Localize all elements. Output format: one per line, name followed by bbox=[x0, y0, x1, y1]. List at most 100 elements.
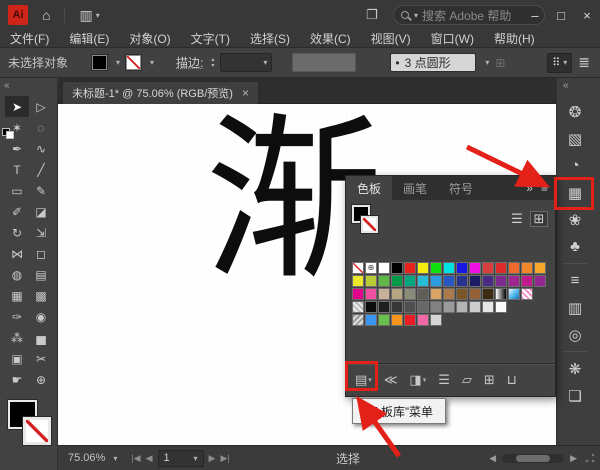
stroke-color-swatch[interactable] bbox=[23, 417, 51, 445]
stroke-panel-icon[interactable]: ≡ bbox=[560, 267, 590, 294]
swatch[interactable] bbox=[469, 262, 481, 274]
first-artboard-icon[interactable]: |◀ bbox=[131, 453, 140, 464]
slice-tool[interactable]: ✂ bbox=[29, 348, 53, 369]
default-fill-stroke-icon[interactable] bbox=[2, 128, 13, 138]
swatch[interactable] bbox=[443, 288, 455, 300]
swatches-panel-icon[interactable]: ▦ bbox=[560, 179, 590, 206]
curvature-tool[interactable]: ∿ bbox=[29, 138, 53, 159]
swatch[interactable] bbox=[495, 262, 507, 274]
swatch-options-icon[interactable]: ☰ bbox=[438, 372, 450, 388]
stroke-weight-stepper[interactable]: ▴▾ bbox=[211, 57, 214, 69]
swatch[interactable] bbox=[378, 275, 390, 287]
swatch[interactable] bbox=[482, 288, 494, 300]
last-artboard-icon[interactable]: ▶| bbox=[220, 453, 229, 464]
swatch[interactable] bbox=[391, 275, 403, 287]
new-color-group-icon[interactable]: ▱ bbox=[462, 372, 472, 388]
brush-definition-dropdown[interactable]: • 3 点圆形 bbox=[390, 53, 476, 72]
stroke-weight-label[interactable]: 描边: bbox=[176, 54, 203, 71]
swatch-none[interactable] bbox=[352, 262, 364, 274]
delete-swatch-icon[interactable]: ⊔ bbox=[507, 372, 517, 388]
swatch-libraries-menu-icon[interactable]: ▤▾ bbox=[355, 372, 372, 388]
brushes-panel-icon[interactable]: ❀ bbox=[560, 206, 590, 233]
scrollbar-thumb[interactable] bbox=[516, 455, 550, 462]
width-tool[interactable]: ⋈ bbox=[5, 243, 29, 264]
previous-artboard-icon[interactable]: ◀ bbox=[146, 453, 153, 464]
type-tool[interactable]: T bbox=[5, 159, 29, 180]
swatch[interactable] bbox=[391, 314, 403, 326]
gradient-fan-icon[interactable]: ◔ bbox=[560, 152, 590, 179]
show-swatch-kinds-icon[interactable]: ◨▾ bbox=[409, 372, 426, 388]
swatch[interactable] bbox=[521, 275, 533, 287]
tab-画笔[interactable]: 画笔 bbox=[392, 176, 438, 200]
arrange-documents-button[interactable]: ⠿ ▾ bbox=[547, 53, 572, 73]
pen-tool[interactable]: ✒ bbox=[5, 138, 29, 159]
eyedropper-tool[interactable]: ✑ bbox=[5, 306, 29, 327]
horizontal-scrollbar[interactable] bbox=[502, 454, 564, 463]
grid-view-icon[interactable]: ⊞ bbox=[531, 212, 547, 226]
resize-grip[interactable] bbox=[583, 452, 596, 465]
eraser-tool[interactable]: ◪ bbox=[29, 201, 53, 222]
swatch[interactable] bbox=[534, 262, 546, 274]
gradient-tool[interactable]: ▩ bbox=[29, 285, 53, 306]
workspace-switcher-icon[interactable]: ▥ bbox=[79, 7, 92, 24]
list-view-icon[interactable]: ☰ bbox=[509, 212, 525, 226]
swatch[interactable] bbox=[365, 314, 377, 326]
swatch[interactable] bbox=[365, 301, 377, 313]
swatch[interactable] bbox=[378, 288, 390, 300]
swatch[interactable] bbox=[404, 288, 416, 300]
zoom-tool[interactable]: ⊕ bbox=[29, 369, 53, 390]
swatch[interactable] bbox=[378, 262, 390, 274]
swatch-pattern[interactable] bbox=[521, 288, 533, 300]
hand-tool[interactable]: ☛ bbox=[5, 369, 29, 390]
scroll-left-icon[interactable]: ◀ bbox=[489, 453, 496, 464]
next-artboard-icon[interactable]: ▶ bbox=[209, 453, 216, 464]
swatch[interactable] bbox=[417, 275, 429, 287]
graphic-styles-panel-icon[interactable]: ❏ bbox=[560, 382, 590, 409]
swatch[interactable] bbox=[430, 314, 442, 326]
panel-stroke-swatch[interactable] bbox=[361, 216, 378, 233]
menu-item-3[interactable]: 文字(T) bbox=[181, 30, 240, 47]
swatch-gradient[interactable] bbox=[508, 288, 520, 300]
scroll-right-icon[interactable]: ▶ bbox=[570, 453, 577, 464]
color-guide-panel-icon[interactable]: ▧ bbox=[560, 125, 590, 152]
swatch[interactable] bbox=[404, 275, 416, 287]
panel-menu-icon[interactable]: ≡ bbox=[541, 181, 548, 195]
shape-builder-tool[interactable]: ◍ bbox=[5, 264, 29, 285]
minimize-button[interactable]: – bbox=[522, 0, 548, 30]
menu-item-8[interactable]: 帮助(H) bbox=[484, 30, 545, 47]
menu-item-7[interactable]: 窗口(W) bbox=[421, 30, 484, 47]
swatch[interactable] bbox=[456, 262, 468, 274]
blend-tool[interactable]: ◉ bbox=[29, 306, 53, 327]
swatch[interactable] bbox=[352, 288, 364, 300]
swatch[interactable] bbox=[521, 262, 533, 274]
symbol-sprayer-tool[interactable]: ⁂ bbox=[5, 327, 29, 348]
swatch[interactable] bbox=[430, 301, 442, 313]
artboard-tool[interactable]: ▣ bbox=[5, 348, 29, 369]
zoom-level-value[interactable]: 75.06% bbox=[68, 452, 105, 464]
swatch[interactable] bbox=[391, 301, 403, 313]
tab-符号[interactable]: 符号 bbox=[438, 176, 484, 200]
swatch[interactable] bbox=[430, 275, 442, 287]
collapse-tools-icon[interactable]: « bbox=[4, 80, 10, 91]
stroke-weight-dropdown[interactable]: ▾ bbox=[220, 53, 272, 72]
rectangle-tool[interactable]: ▭ bbox=[5, 180, 29, 201]
swatch[interactable] bbox=[482, 301, 494, 313]
swatch[interactable] bbox=[443, 301, 455, 313]
tab-色板[interactable]: 色板 bbox=[346, 176, 392, 200]
swatch[interactable] bbox=[352, 275, 364, 287]
swatch[interactable] bbox=[404, 301, 416, 313]
swatch[interactable] bbox=[391, 262, 403, 274]
new-swatch-icon[interactable]: ⊞ bbox=[484, 372, 495, 388]
swatch[interactable] bbox=[430, 262, 442, 274]
column-graph-tool[interactable]: ▅ bbox=[29, 327, 53, 348]
swatch[interactable] bbox=[495, 275, 507, 287]
home-icon[interactable]: ⌂ bbox=[42, 7, 50, 23]
swatch[interactable] bbox=[378, 301, 390, 313]
swatch[interactable] bbox=[391, 288, 403, 300]
menu-item-5[interactable]: 效果(C) bbox=[300, 30, 361, 47]
swatch[interactable] bbox=[417, 314, 429, 326]
scale-tool[interactable]: ⇲ bbox=[29, 222, 53, 243]
swatch[interactable] bbox=[508, 275, 520, 287]
transparency-panel-icon[interactable]: ◎ bbox=[560, 321, 590, 348]
swatch[interactable] bbox=[469, 301, 481, 313]
